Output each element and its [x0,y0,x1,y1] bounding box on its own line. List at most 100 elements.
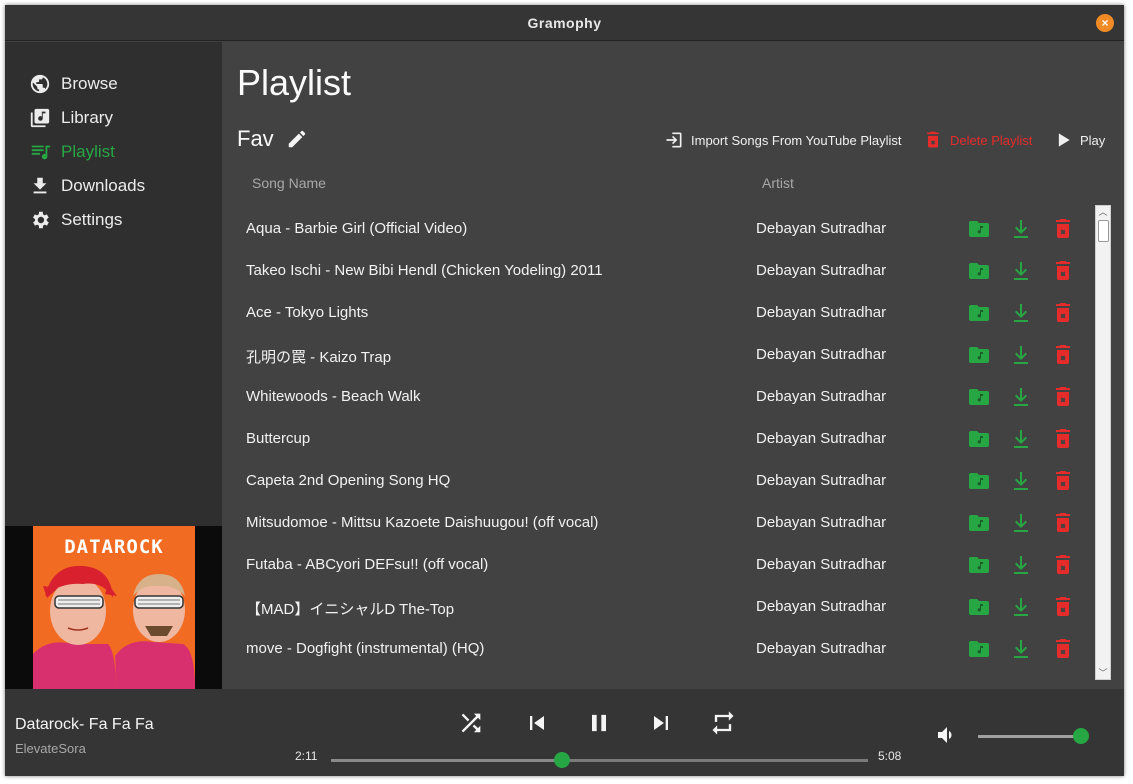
table-row[interactable]: 【MAD】イニシャルD The-Top Debayan Sutradhar [222,586,1102,628]
song-name: Ace - Tokyo Lights [246,304,369,321]
add-to-library-icon[interactable] [967,217,991,241]
remove-song-icon[interactable] [1051,511,1075,535]
sidebar-item-downloads[interactable]: Downloads [29,173,145,199]
table-row[interactable]: Futaba - ABCyori DEFsu!! (off vocal) Deba… [222,544,1102,586]
remove-song-icon[interactable] [1051,595,1075,619]
download-icon[interactable] [1009,427,1033,451]
delete-button-label: Delete Playlist [950,132,1033,148]
playlist-name: Fav [237,126,308,152]
remove-song-icon[interactable] [1051,469,1075,493]
pause-icon[interactable] [585,709,613,737]
repeat-icon[interactable] [709,709,737,737]
import-youtube-playlist-button[interactable]: Import Songs From YouTube Playlist [664,129,902,151]
add-to-library-icon[interactable] [967,595,991,619]
sidebar-item-library[interactable]: Library [29,105,113,131]
remove-song-icon[interactable] [1051,259,1075,283]
now-playing-artist: ElevateSora [15,741,86,756]
sidebar-item-browse[interactable]: Browse [29,71,118,97]
volume-slider-handle[interactable] [1073,728,1089,744]
download-icon[interactable] [1009,595,1033,619]
table-row[interactable]: Mitsudomoe - Mittsu Kazoete Daishuugou! … [222,502,1102,544]
remove-song-icon[interactable] [1051,427,1075,451]
scroll-up-arrow[interactable]: ︿ [1096,206,1110,218]
download-icon[interactable] [1009,553,1033,577]
artist-name: Debayan Sutradhar [756,514,887,531]
edit-pencil-icon[interactable] [286,128,308,150]
sidebar-item-label: Library [61,108,113,127]
album-cover-image: DATAROCK [33,526,195,689]
total-duration: 5:08 [878,749,902,763]
add-to-library-icon[interactable] [967,385,991,409]
shuffle-icon[interactable] [457,709,485,737]
remove-song-icon[interactable] [1051,385,1075,409]
title-bar: Gramophy × [5,5,1124,41]
add-to-library-icon[interactable] [967,427,991,451]
previous-track-icon[interactable] [523,709,551,737]
download-icon[interactable] [1009,301,1033,325]
remove-song-icon[interactable] [1051,217,1075,241]
add-to-library-icon[interactable] [967,301,991,325]
volume-icon[interactable] [935,723,959,747]
table-row[interactable]: move - Dogfight (instrumental) (HQ) Debay… [222,628,1102,670]
download-icon[interactable] [1009,637,1033,661]
seek-bar-progress [331,759,562,762]
elapsed-time: 2:11 [295,749,318,763]
artist-name: Debayan Sutradhar [756,220,887,237]
add-to-library-icon[interactable] [967,343,991,367]
volume-slider[interactable] [978,728,1089,744]
scroll-down-arrow[interactable]: ﹀ [1096,667,1110,679]
download-icon[interactable] [1009,511,1033,535]
download-icon[interactable] [1009,259,1033,283]
column-header-artist[interactable]: Artist [762,175,794,191]
scrollbar[interactable]: ︿ ﹀ [1095,205,1111,680]
sidebar-item-settings[interactable]: Settings [29,207,122,233]
artist-name: Debayan Sutradhar [756,388,887,405]
remove-song-icon[interactable] [1051,301,1075,325]
remove-song-icon[interactable] [1051,343,1075,367]
download-icon[interactable] [1009,343,1033,367]
add-to-library-icon[interactable] [967,511,991,535]
play-playlist-button[interactable]: Play [1053,129,1105,151]
add-to-library-icon[interactable] [967,553,991,577]
import-icon [666,132,682,148]
add-to-library-icon[interactable] [967,637,991,661]
remove-song-icon[interactable] [1051,553,1075,577]
table-row[interactable]: Buttercup Debayan Sutradhar [222,418,1102,460]
album-art: DATAROCK [5,526,222,689]
add-to-library-icon[interactable] [967,469,991,493]
remove-song-icon[interactable] [1051,637,1075,661]
column-header-song[interactable]: Song Name [252,175,326,191]
table-row[interactable]: Whitewoods - Beach Walk Debayan Sutradhar [222,376,1102,418]
sidebar-item-label: Browse [61,74,118,93]
song-name: Buttercup [246,430,311,447]
song-name: Futaba - ABCyori DEFsu!! (off vocal) [246,556,489,573]
seek-bar-handle[interactable] [553,752,570,768]
scrollbar-thumb[interactable] [1098,220,1109,242]
table-row[interactable]: 孔明の罠 - Kaizo Trap Debayan Sutradhar [222,334,1102,376]
main-panel: Playlist Fav Import Songs From YouTube P… [222,42,1124,689]
download-icon[interactable] [1009,469,1033,493]
add-to-library-icon[interactable] [967,259,991,283]
next-track-icon[interactable] [647,709,675,737]
download-icon[interactable] [1009,217,1033,241]
table-row[interactable]: Takeo Ischi - New Bibi Hendl (Chicken Yo… [222,250,1102,292]
playlist-icon [31,145,51,160]
song-name: 孔明の罠 - Kaizo Trap [246,349,392,366]
download-icon [33,177,47,194]
download-icon[interactable] [1009,385,1033,409]
artist-name: Debayan Sutradhar [756,472,887,489]
seek-bar[interactable] [331,752,868,768]
gear-icon [33,211,49,229]
table-row[interactable]: Ace - Tokyo Lights Debayan Sutradhar [222,292,1102,334]
close-button[interactable]: × [1096,14,1114,32]
artist-name: Debayan Sutradhar [756,598,887,615]
song-name: Capeta 2nd Opening Song HQ [246,472,451,489]
delete-playlist-button[interactable]: Delete Playlist [923,129,1032,151]
sidebar-item-label: Downloads [61,176,146,195]
song-name: Takeo Ischi - New Bibi Hendl (Chicken Yo… [246,262,603,279]
sidebar-item-playlist[interactable]: Playlist [29,139,115,165]
artist-name: Debayan Sutradhar [756,640,887,657]
table-row[interactable]: Capeta 2nd Opening Song HQ Debayan Sutrad… [222,460,1102,502]
song-name: move - Dogfight (instrumental) (HQ) [246,640,485,657]
table-row[interactable]: Aqua - Barbie Girl (Official Video) Debay… [222,208,1102,250]
